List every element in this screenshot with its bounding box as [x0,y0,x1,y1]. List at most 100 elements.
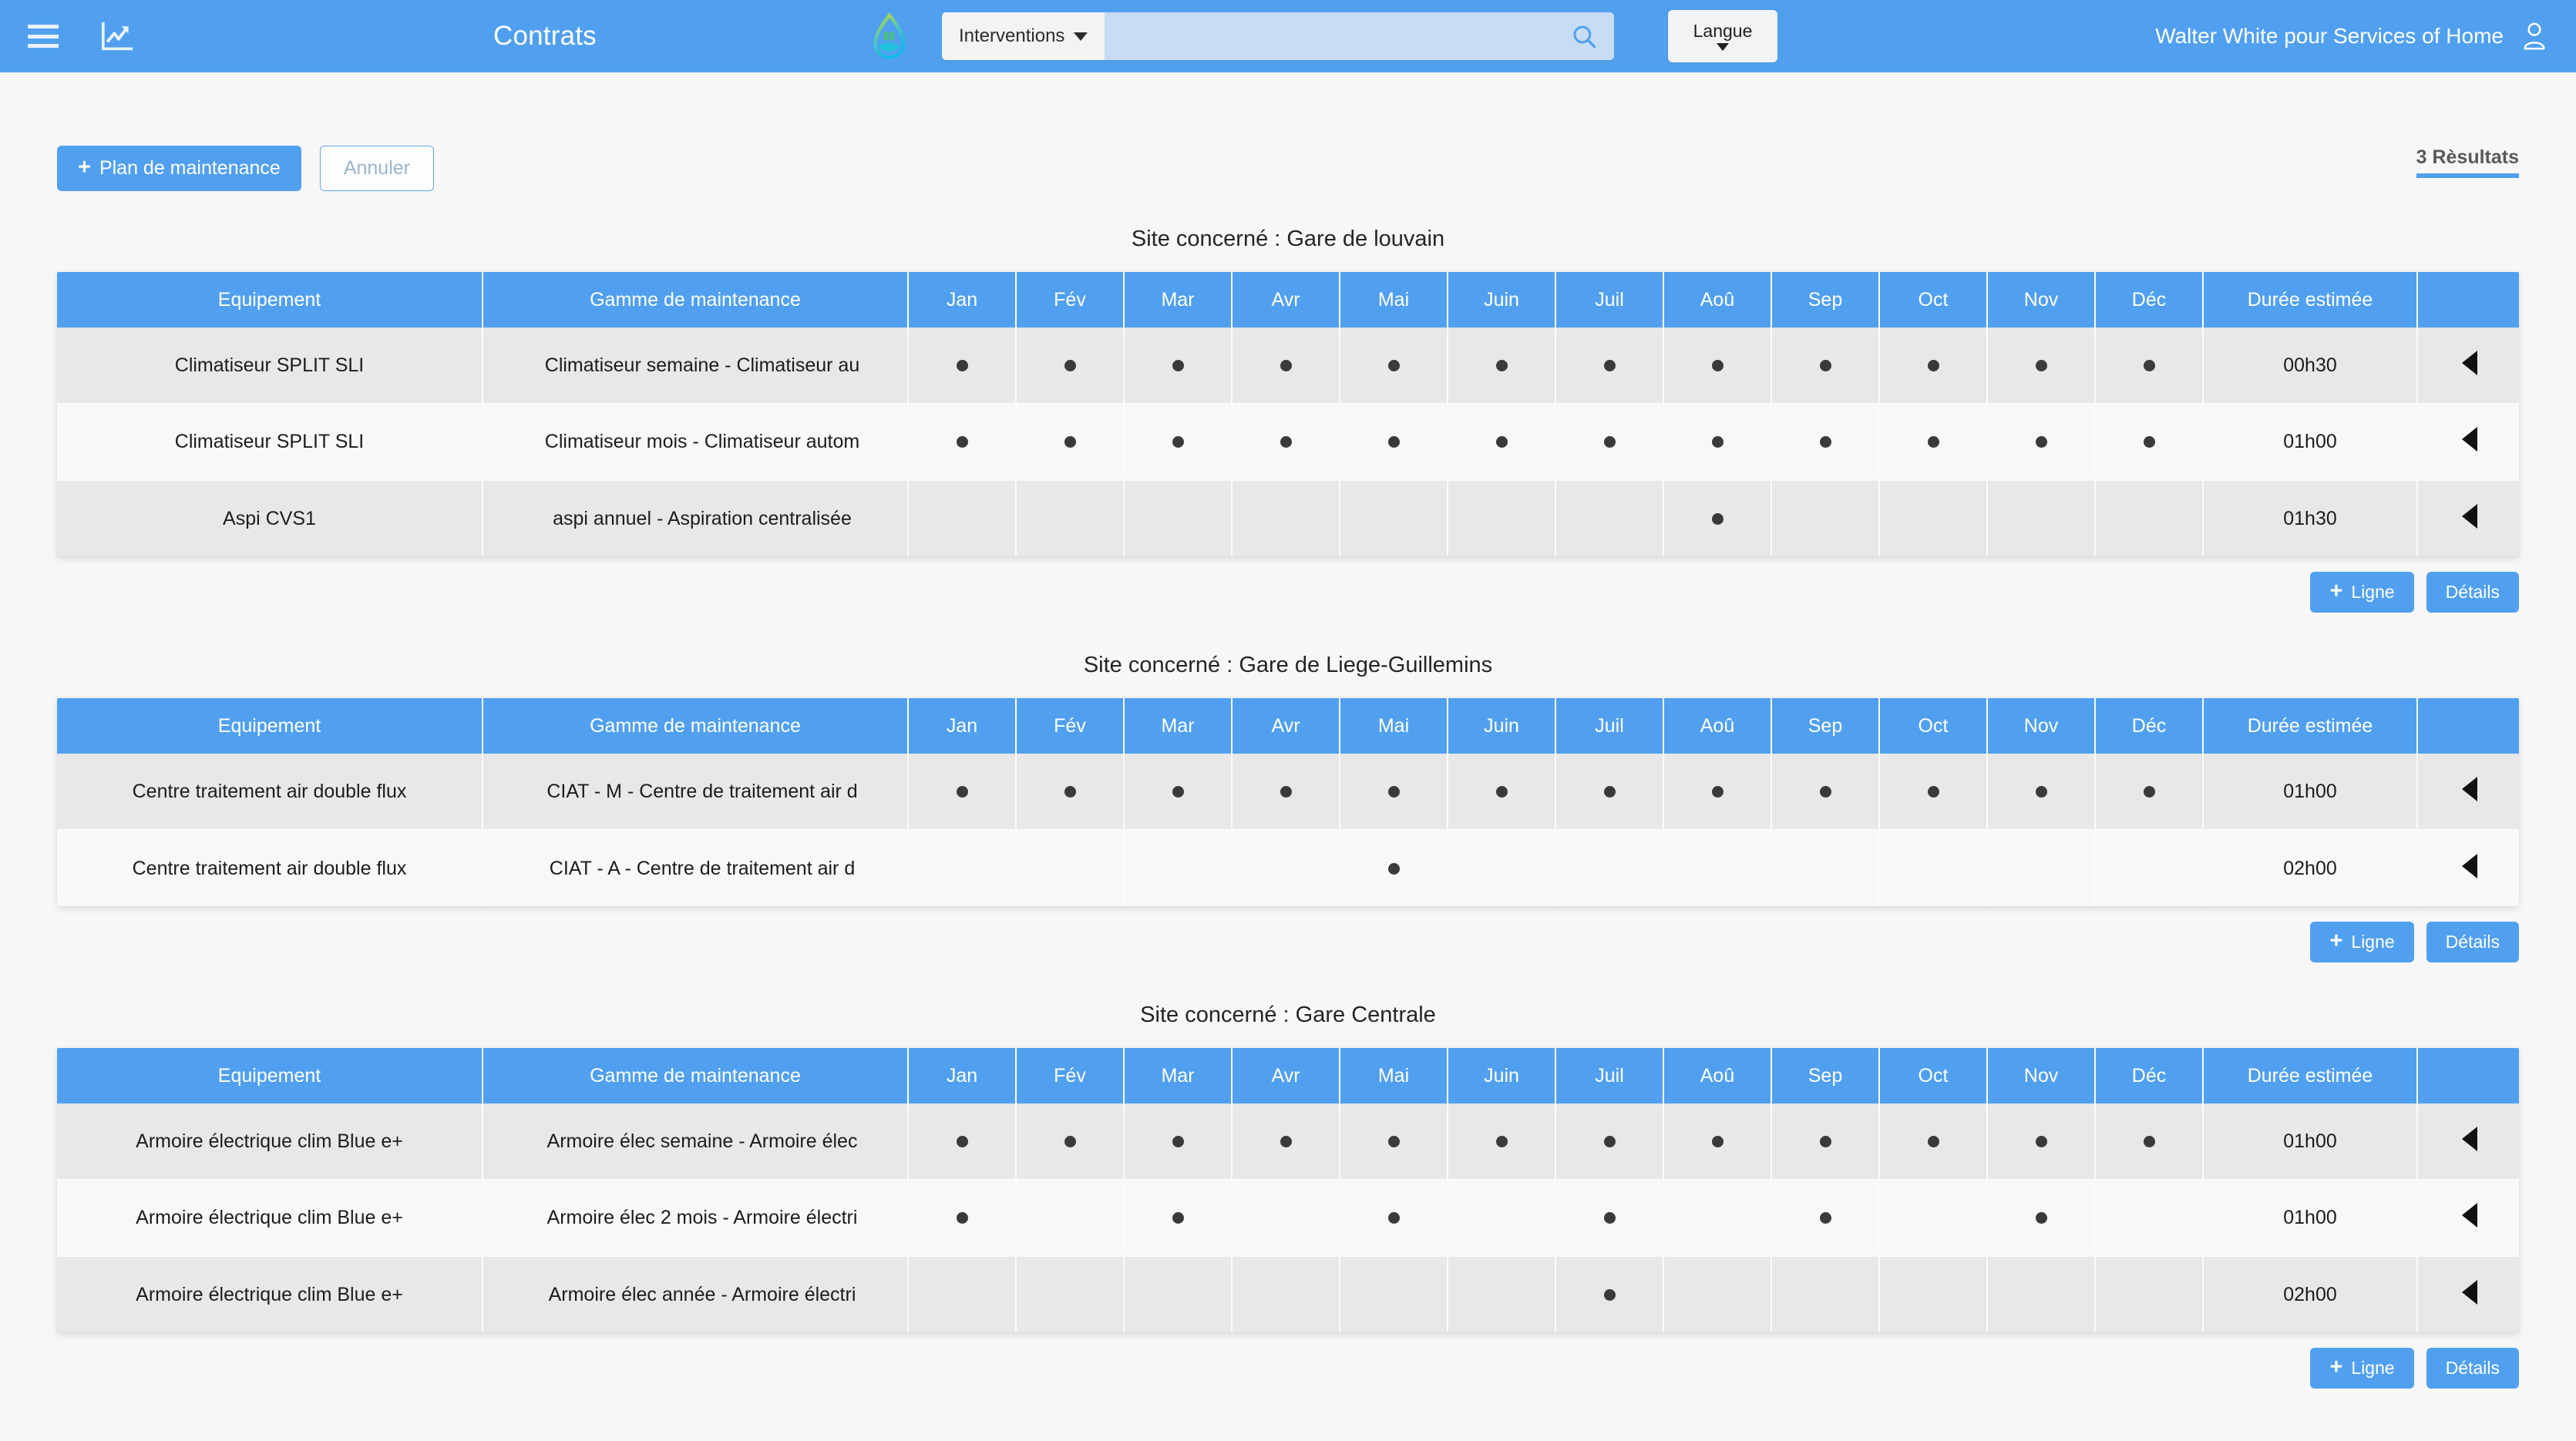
add-line-button[interactable]: + Ligne [2310,1348,2414,1389]
table-row[interactable]: Centre traitement air double flux CIAT -… [57,830,2519,906]
expand-left-triangle-icon[interactable] [2462,1126,2477,1151]
month-cell[interactable] [1555,754,1664,831]
row-expand-cell[interactable] [2417,328,2519,405]
month-cell[interactable] [1987,328,2096,405]
month-cell[interactable] [1016,830,1125,906]
month-cell[interactable] [1016,1180,1125,1257]
month-cell[interactable] [1232,480,1340,556]
cancel-button[interactable]: Annuler [319,145,434,191]
row-expand-cell[interactable] [2417,404,2519,481]
month-cell[interactable] [1340,1103,1448,1181]
month-cell[interactable] [2095,830,2204,906]
month-cell[interactable] [1879,1103,1988,1181]
month-cell[interactable] [1340,480,1448,556]
add-maintenance-plan-button[interactable]: + Plan de maintenance [57,145,301,191]
month-cell[interactable] [1879,480,1988,556]
month-cell[interactable] [1663,830,1772,906]
expand-left-triangle-icon[interactable] [2462,1279,2477,1305]
month-cell[interactable] [1448,1256,1556,1332]
row-expand-cell[interactable] [2417,1256,2519,1332]
month-cell[interactable] [1987,1256,2096,1332]
month-cell[interactable] [1448,480,1556,556]
month-cell[interactable] [1448,328,1556,405]
month-cell[interactable] [1124,754,1233,831]
month-cell[interactable] [1771,480,1880,556]
month-cell[interactable] [1771,1103,1880,1181]
month-cell[interactable] [1016,754,1125,831]
table-row[interactable]: Centre traitement air double flux CIAT -… [57,754,2519,831]
month-cell[interactable] [1232,1180,1340,1257]
month-cell[interactable] [1663,754,1772,831]
month-cell[interactable] [1555,480,1664,556]
month-cell[interactable] [1016,328,1125,405]
month-cell[interactable] [1987,480,2096,556]
month-cell[interactable] [2095,480,2204,556]
month-cell[interactable] [1448,830,1556,906]
table-row[interactable]: Climatiseur SPLIT SLI Climatiseur mois -… [57,404,2519,481]
month-cell[interactable] [1771,404,1880,481]
month-cell[interactable] [1340,754,1448,831]
month-cell[interactable] [1663,1256,1772,1332]
row-expand-cell[interactable] [2417,754,2519,831]
month-cell[interactable] [2095,754,2204,831]
month-cell[interactable] [1663,1180,1772,1257]
month-cell[interactable] [1124,830,1233,906]
hamburger-menu-icon[interactable] [28,25,59,48]
month-cell[interactable] [1340,830,1448,906]
month-cell[interactable] [908,754,1017,831]
expand-left-triangle-icon[interactable] [2462,776,2477,801]
month-cell[interactable] [1771,830,1880,906]
table-row[interactable]: Aspi CVS1 aspi annuel - Aspiration centr… [57,480,2519,556]
month-cell[interactable] [1448,754,1556,831]
month-cell[interactable] [1987,830,2096,906]
month-cell[interactable] [1663,480,1772,556]
month-cell[interactable] [1987,404,2096,481]
month-cell[interactable] [1555,1103,1664,1181]
month-cell[interactable] [1663,404,1772,481]
add-line-button[interactable]: + Ligne [2310,572,2414,613]
month-cell[interactable] [1016,1103,1125,1181]
month-cell[interactable] [1124,1180,1233,1257]
expand-left-triangle-icon[interactable] [2462,1203,2477,1228]
details-button[interactable]: Détails [2426,922,2519,962]
month-cell[interactable] [1340,1180,1448,1257]
month-cell[interactable] [908,1180,1017,1257]
table-row[interactable]: Armoire électrique clim Blue e+ Armoire … [57,1180,2519,1257]
month-cell[interactable] [2095,404,2204,481]
month-cell[interactable] [1232,830,1340,906]
row-expand-cell[interactable] [2417,1180,2519,1257]
month-cell[interactable] [1987,1180,2096,1257]
month-cell[interactable] [2095,1180,2204,1257]
month-cell[interactable] [1771,1256,1880,1332]
month-cell[interactable] [1663,328,1772,405]
month-cell[interactable] [1124,1103,1233,1181]
month-cell[interactable] [908,830,1017,906]
expand-left-triangle-icon[interactable] [2462,350,2477,375]
month-cell[interactable] [1555,830,1664,906]
details-button[interactable]: Détails [2426,572,2519,613]
month-cell[interactable] [1232,1256,1340,1332]
table-row[interactable]: Climatiseur SPLIT SLI Climatiseur semain… [57,328,2519,405]
month-cell[interactable] [1016,404,1125,481]
month-cell[interactable] [1879,404,1988,481]
month-cell[interactable] [1879,754,1988,831]
month-cell[interactable] [908,404,1017,481]
month-cell[interactable] [1555,328,1664,405]
row-expand-cell[interactable] [2417,480,2519,556]
month-cell[interactable] [2095,328,2204,405]
month-cell[interactable] [908,1103,1017,1181]
month-cell[interactable] [1232,754,1340,831]
month-cell[interactable] [1987,1103,2096,1181]
search-input[interactable] [1105,12,1554,60]
month-cell[interactable] [1124,480,1233,556]
month-cell[interactable] [1879,328,1988,405]
month-cell[interactable] [1663,1103,1772,1181]
month-cell[interactable] [1124,1256,1233,1332]
expand-left-triangle-icon[interactable] [2462,503,2477,529]
month-cell[interactable] [1771,1180,1880,1257]
month-cell[interactable] [1555,1256,1664,1332]
month-cell[interactable] [1448,1103,1556,1181]
details-button[interactable]: Détails [2426,1348,2519,1389]
month-cell[interactable] [1771,754,1880,831]
search-category-dropdown[interactable]: Interventions [942,12,1105,60]
